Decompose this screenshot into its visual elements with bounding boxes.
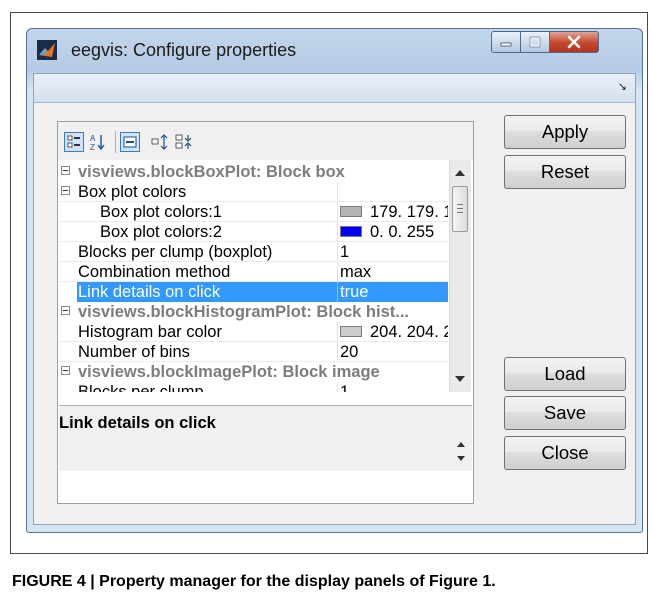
expand-all-icon <box>151 134 168 150</box>
property-toolbar: A Z <box>58 122 473 160</box>
minimize-button[interactable] <box>491 31 521 53</box>
property-value-cell[interactable]: 0. 0. 255 <box>337 222 448 242</box>
spinner-down-icon[interactable] <box>457 456 465 461</box>
property-value[interactable]: 1 <box>337 242 448 262</box>
property-name: Number of bins <box>78 343 190 361</box>
categorized-view-icon <box>67 135 80 148</box>
title-bar[interactable]: eegvis: Configure properties <box>27 29 642 73</box>
color-swatch <box>340 326 362 338</box>
collapse-toggle-icon[interactable] <box>61 186 70 195</box>
categorized-view-button[interactable] <box>64 132 84 152</box>
property-row[interactable]: Blocks per clump 1 <box>59 382 448 392</box>
property-name: Blocks per clump <box>78 383 204 392</box>
scroll-down-arrow-icon[interactable] <box>455 376 465 382</box>
menu-strip: ↘ <box>34 74 635 103</box>
property-value: 0. 0. 255 <box>370 223 435 241</box>
property-row[interactable]: Box plot colors:1 179. 179. 179 <box>59 202 448 222</box>
property-name: Link details on click <box>78 283 221 301</box>
category-row[interactable]: visviews.blockImagePlot: Block image <box>59 362 448 382</box>
property-value-cell[interactable]: 204. 204. 204 <box>337 322 448 342</box>
matlab-logo-icon <box>37 40 57 60</box>
property-grid-scrollbar[interactable] <box>449 160 471 392</box>
property-name: Box plot colors:1 <box>100 203 222 221</box>
property-row[interactable]: Combination method max <box>59 262 448 282</box>
window-title: eegvis: Configure properties <box>71 40 297 60</box>
minimize-icon <box>500 42 512 47</box>
property-name: Blocks per clump (boxplot) <box>78 243 273 261</box>
reset-button[interactable]: Reset <box>504 155 626 189</box>
property-name: Box plot colors <box>78 183 187 201</box>
figure-caption: FIGURE 4 | Property manager for the disp… <box>12 573 496 590</box>
property-row-selected[interactable]: Link details on click true <box>77 282 448 302</box>
maximize-button[interactable] <box>520 31 550 53</box>
sort-alphabetical-icon: A Z <box>90 134 105 151</box>
property-row[interactable]: Blocks per clump (boxplot) 1 <box>59 242 448 262</box>
save-button[interactable]: Save <box>504 396 626 430</box>
description-pane: Link details on click <box>59 405 472 471</box>
color-swatch <box>340 226 362 238</box>
collapse-toggle-icon[interactable] <box>61 306 70 315</box>
property-row[interactable]: Number of bins 20 <box>59 342 448 362</box>
close-button[interactable]: Close <box>504 436 626 470</box>
property-grid[interactable]: visviews.blockBoxPlot: Block box Box plo… <box>59 160 448 392</box>
collapse-all-button[interactable] <box>174 132 194 152</box>
apply-button[interactable]: Apply <box>504 115 626 149</box>
property-value: 179. 179. 179 <box>370 203 448 221</box>
configure-properties-window: eegvis: Configure properties ↘ A Z visvi… <box>26 28 643 533</box>
property-name: Box plot colors:2 <box>100 223 222 241</box>
show-description-icon <box>123 136 137 148</box>
svg-text:A: A <box>90 134 96 143</box>
show-description-button[interactable] <box>120 132 140 152</box>
property-name: Combination method <box>78 263 231 281</box>
collapse-toggle-icon[interactable] <box>61 366 70 375</box>
description-scroll-spinner[interactable] <box>454 438 468 466</box>
close-icon <box>567 35 581 49</box>
scrollbar-thumb[interactable] <box>452 186 468 232</box>
group-row[interactable]: Box plot colors <box>59 182 448 202</box>
spinner-up-icon[interactable] <box>457 442 465 447</box>
scroll-up-arrow-icon[interactable] <box>455 170 465 176</box>
color-swatch <box>340 206 362 218</box>
load-button[interactable]: Load <box>504 357 626 391</box>
property-row[interactable]: Box plot colors:2 0. 0. 255 <box>59 222 448 242</box>
toolbar-separator <box>115 131 116 153</box>
svg-text:Z: Z <box>90 143 95 151</box>
category-label: visviews.blockImagePlot: Block image <box>78 363 380 381</box>
category-label: visviews.blockBoxPlot: Block box <box>78 163 345 181</box>
property-value[interactable]: true <box>337 282 448 302</box>
property-value: 204. 204. 204 <box>370 323 448 341</box>
sort-alphabetical-button[interactable]: A Z <box>88 132 108 152</box>
maximize-icon <box>529 36 541 48</box>
property-grid-panel: A Z visviews.blockBoxPlot: Block box Box… <box>57 121 474 504</box>
category-row[interactable]: visviews.blockHistogramPlot: Block hist.… <box>59 302 448 322</box>
property-value[interactable] <box>337 182 448 202</box>
property-name: Histogram bar color <box>78 323 222 341</box>
collapse-toggle-icon[interactable] <box>61 166 70 175</box>
category-label: visviews.blockHistogramPlot: Block hist.… <box>78 303 410 321</box>
property-value[interactable]: max <box>337 262 448 282</box>
close-window-button[interactable] <box>549 31 599 53</box>
expand-all-button[interactable] <box>150 132 170 152</box>
property-value[interactable]: 1 <box>337 382 448 392</box>
property-value-cell[interactable]: 179. 179. 179 <box>337 202 448 222</box>
category-row[interactable]: visviews.blockBoxPlot: Block box <box>59 162 448 182</box>
dock-arrow-icon[interactable]: ↘ <box>618 80 627 93</box>
collapse-all-icon <box>175 134 192 149</box>
property-value[interactable]: 20 <box>337 342 448 362</box>
property-row[interactable]: Histogram bar color 204. 204. 204 <box>59 322 448 342</box>
description-title: Link details on click <box>59 414 216 432</box>
